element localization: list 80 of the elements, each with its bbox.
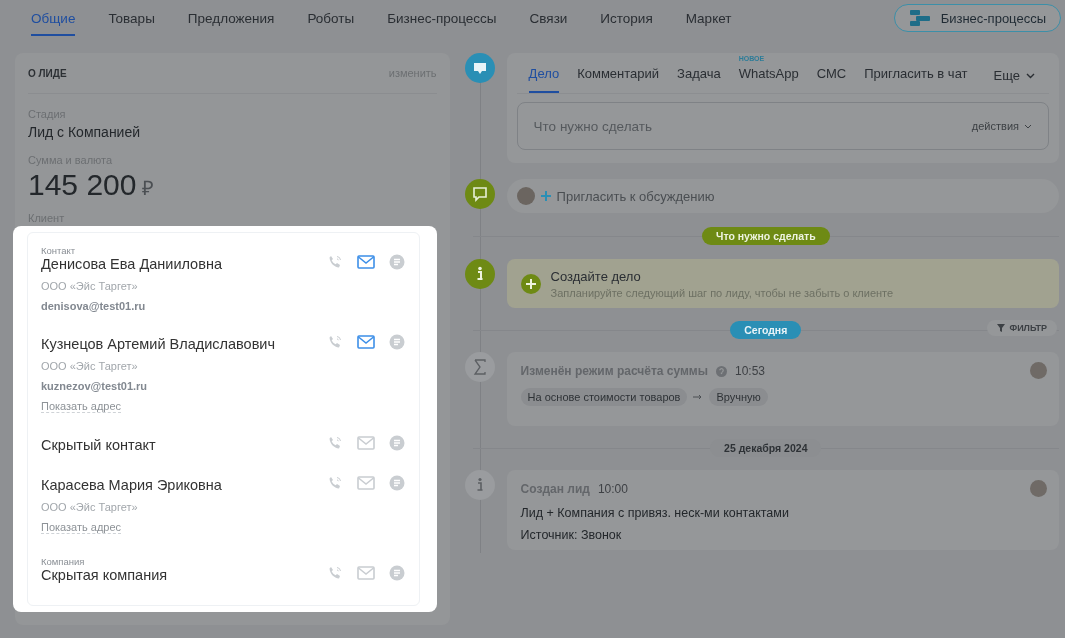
currency-sign: ₽ [142,177,155,199]
nav-tab[interactable]: История [600,0,653,36]
phone-icon[interactable] [327,475,343,491]
user-avatar [1030,480,1047,497]
mail-icon[interactable] [357,476,375,490]
nav-tab[interactable]: Товары [108,0,155,36]
user-avatar [516,187,535,205]
nav-tab[interactable]: Маркет [685,0,732,36]
composer-tab[interactable]: Пригласить в чат [864,66,968,93]
composer-tab[interactable]: Комментарий [577,66,660,93]
info-icon [464,259,495,289]
filter-button[interactable]: ФИЛЬТР [987,320,1057,336]
composer-tab[interactable]: WhatsApp [738,66,799,93]
client-name[interactable]: Скрытая компания [41,567,168,583]
phone-icon[interactable] [327,435,343,451]
phone-icon[interactable] [327,334,343,350]
event-time: 10:00 [597,482,628,496]
composer-tab[interactable]: СМС [816,66,847,93]
create-task-title: Создайте дело [550,268,642,284]
entry-caption: Контакт [41,245,77,256]
plus-icon [540,191,551,201]
chat-icon[interactable] [389,254,405,270]
email-address: kuznezov@test01.ru [41,380,149,392]
client-name[interactable]: Скрытый контакт [41,437,156,453]
client-name[interactable]: Кузнецов Артемий Владиславович [41,336,275,352]
nav-tab[interactable]: Связи [529,0,568,36]
flow-icon [908,9,931,27]
section-title: О ЛИДЕ [28,67,67,79]
mail-icon[interactable] [357,335,375,349]
user-avatar [1030,362,1047,379]
email-address: denisova@test01.ru [41,300,147,312]
chat-icon [464,179,495,209]
chat-icon[interactable] [389,334,405,350]
sum-icon [464,352,495,382]
nav-tab[interactable]: Предложения [187,0,275,36]
filter-icon [997,324,1006,332]
company-name: ООО «Эйс Таргет» [41,280,139,292]
composer-tab[interactable]: Дело [528,66,560,93]
invite-text: Пригласить к обсуждению [556,188,715,204]
mail-icon[interactable] [357,566,375,580]
input-placeholder: Что нужно сделать [533,118,652,134]
date-divider: Сегодня [730,321,802,339]
company-name: ООО «Эйс Таргет» [41,501,139,513]
client-name[interactable]: Карасева Мария Эриковна [41,477,222,493]
help-icon [715,365,727,377]
chat-icon[interactable] [389,565,405,581]
business-process-button[interactable]: Бизнес-процессы [893,4,1061,32]
event-text: Лид + Компания с привяз. неск-ми контактами [520,506,790,520]
arrow-icon [693,394,704,400]
chevron-icon [1026,72,1035,79]
client-name[interactable]: Денисова Ева Данииловна [41,256,222,272]
field-value: Лид с Компанией [28,124,142,140]
message-icon [464,53,495,83]
phone-icon[interactable] [327,565,343,581]
mail-icon[interactable] [357,255,375,269]
chat-icon[interactable] [389,435,405,451]
add-icon [520,273,541,294]
event-text: Источник: Звонок [520,528,623,542]
amount-value: 145 200 [28,168,137,201]
mail-icon[interactable] [357,436,375,450]
nav-tab[interactable]: Бизнес-процессы [387,0,497,36]
mode-tag: Вручную [709,388,768,406]
phone-icon[interactable] [327,254,343,270]
chevron-icon [1024,123,1032,129]
invite-bar[interactable]: Пригласить к обсуждению [506,179,1059,213]
show-address-link[interactable]: Показать адрес [41,521,122,534]
show-address-link[interactable]: Показать адрес [41,400,122,413]
actions-dropdown[interactable]: действия [971,120,1032,132]
composer-tab[interactable]: Задача [677,66,721,93]
task-input[interactable]: Что нужно сделать действия [516,102,1049,150]
company-name: ООО «Эйс Таргет» [41,360,139,372]
nav-tab[interactable]: Общие [31,0,76,36]
more-menu[interactable]: Еще [993,68,1035,93]
todo-divider: Что нужно сделать [702,227,830,245]
entry-caption: Компания [41,556,86,567]
chat-icon[interactable] [389,475,405,491]
mode-tag: На основе стоимости товаров [520,388,688,406]
nav-tab[interactable]: Роботы [307,0,355,36]
event-time: 10:53 [734,364,765,378]
info-icon [464,470,495,500]
